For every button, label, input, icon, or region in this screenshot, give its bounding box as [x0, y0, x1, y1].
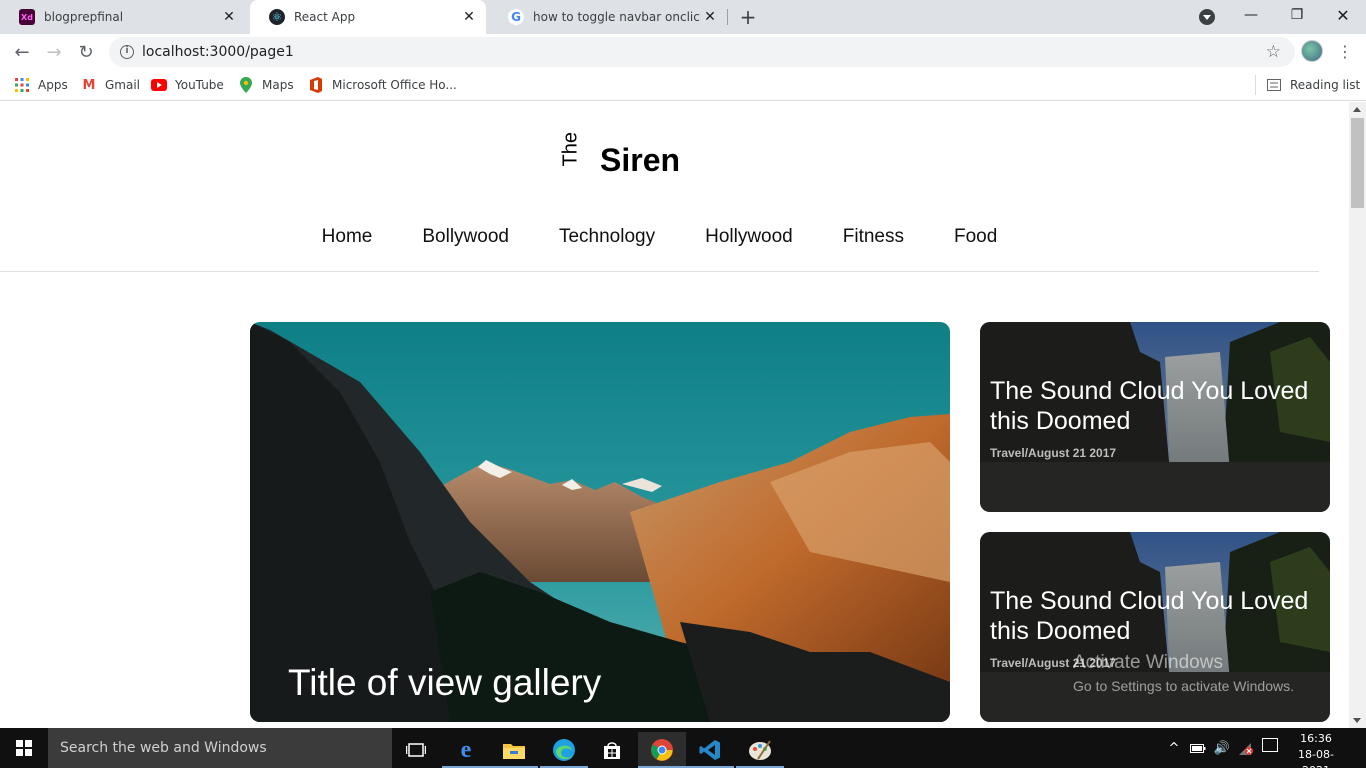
youtube-icon [151, 77, 167, 93]
logo-siren: Siren [600, 142, 681, 178]
apps-grid-icon [14, 77, 30, 93]
bookmark-maps[interactable]: Maps [238, 76, 294, 94]
windows-logo-icon [16, 740, 32, 756]
tab-blogprepfinal[interactable]: Xd blogprepfinal ✕ [0, 0, 246, 34]
browser-tabstrip: Xd blogprepfinal ✕ ⚛ React App ✕ G how t… [0, 0, 1366, 34]
clock-date: 18-08-2021 [1298, 748, 1334, 768]
react-icon: ⚛ [269, 9, 285, 25]
bookmarks-bar: Apps M Gmail YouTube Maps Microsoft Offi… [0, 70, 1366, 101]
taskbar-search-placeholder: Search the web and Windows [60, 740, 267, 756]
bookmark-youtube[interactable]: YouTube [151, 76, 224, 94]
browser-toolbar: ← → ↻ i localhost:3000/page1 ☆ ⋮ [0, 34, 1366, 70]
tab-title: how to toggle navbar onclick in r [533, 10, 701, 24]
hero-title[interactable]: Title of view gallery [288, 662, 601, 704]
tab-google-search[interactable]: G how to toggle navbar onclick in r ✕ [489, 0, 727, 34]
edge-legacy-icon[interactable]: e [442, 732, 490, 768]
card-meta: Travel/August 21 2017 [990, 446, 1117, 460]
google-icon: G [508, 9, 524, 25]
chrome-menu-icon[interactable]: ⋮ [1337, 42, 1353, 62]
nav-home[interactable]: Home [322, 226, 373, 271]
address-bar[interactable]: i localhost:3000/page1 ☆ [109, 37, 1295, 67]
vscode-icon[interactable] [686, 732, 734, 768]
site-logo[interactable]: The Siren [556, 122, 696, 178]
bookmark-office[interactable]: Microsoft Office Ho... [308, 76, 457, 94]
gmail-icon: M [82, 77, 96, 93]
new-tab-button[interactable]: + [738, 7, 758, 27]
reload-button[interactable]: ↻ [74, 40, 98, 64]
side-post-card[interactable]: The Sound Cloud You Loved this Doomed Tr… [980, 532, 1330, 722]
side-post-card[interactable]: The Sound Cloud You Loved this Doomed Tr… [980, 322, 1330, 512]
site-info-icon[interactable]: i [120, 45, 134, 59]
hero-gallery-card[interactable]: Title of view gallery [250, 322, 950, 722]
nav-bollywood[interactable]: Bollywood [422, 226, 509, 271]
forward-button[interactable]: → [42, 40, 66, 64]
tab-title: React App [294, 10, 356, 24]
profile-avatar[interactable] [1301, 40, 1323, 62]
nav-fitness[interactable]: Fitness [843, 226, 904, 271]
network-icon[interactable] [1235, 728, 1255, 768]
reading-list-icon [1266, 77, 1282, 93]
page-scrollbar[interactable] [1349, 102, 1366, 728]
page-viewport: The Siren Home Bollywood Technology Holl… [0, 102, 1366, 728]
card-title[interactable]: The Sound Cloud You Loved this Doomed [990, 586, 1320, 646]
logo-the: The [559, 132, 582, 167]
close-tab-icon[interactable]: ✕ [460, 8, 478, 26]
paint-icon[interactable] [736, 732, 784, 768]
bookmark-label: Maps [262, 78, 294, 92]
file-explorer-icon[interactable] [490, 732, 538, 768]
battery-icon[interactable] [1188, 728, 1208, 768]
taskbar-search[interactable]: Search the web and Windows [48, 728, 392, 768]
system-clock[interactable]: 16:36 18-08-2021 [1290, 731, 1342, 768]
windows-taskbar: Search the web and Windows e ^ 🔊 16:36 1… [0, 728, 1366, 768]
tab-title: blogprepfinal [44, 10, 124, 24]
chrome-icon[interactable] [638, 732, 686, 768]
tab-search-button[interactable] [1199, 9, 1215, 25]
start-button[interactable] [0, 728, 48, 768]
tab-react-app[interactable]: ⚛ React App ✕ [250, 0, 486, 34]
url-text[interactable]: localhost:3000/page1 [142, 44, 294, 60]
bookmark-gmail[interactable]: M Gmail [81, 76, 140, 94]
bookmark-label: YouTube [175, 78, 224, 92]
close-window-button[interactable]: ✕ [1320, 0, 1366, 30]
card-title[interactable]: The Sound Cloud You Loved this Doomed [990, 376, 1320, 436]
clock-time: 16:36 [1300, 732, 1332, 745]
bookmark-apps[interactable]: Apps [14, 76, 68, 94]
tab-separator [727, 9, 728, 25]
main-navigation: Home Bollywood Technology Hollywood Fitn… [0, 214, 1319, 272]
bookmark-label: Gmail [105, 78, 141, 92]
scroll-down-icon[interactable] [1353, 718, 1361, 723]
volume-icon[interactable]: 🔊 [1211, 728, 1233, 768]
bookmark-label: Microsoft Office Ho... [332, 78, 457, 92]
nav-technology[interactable]: Technology [559, 226, 655, 271]
bookmark-star-icon[interactable]: ☆ [1266, 42, 1281, 62]
back-button[interactable]: ← [10, 40, 34, 64]
reading-list-button[interactable]: Reading list [1266, 76, 1360, 94]
scroll-thumb[interactable] [1351, 118, 1364, 208]
task-view-icon[interactable] [392, 732, 440, 768]
bookmark-label: Apps [38, 78, 68, 92]
store-icon[interactable] [588, 732, 636, 768]
adobe-xd-icon: Xd [19, 9, 35, 25]
scroll-up-icon[interactable] [1353, 107, 1361, 112]
nav-food[interactable]: Food [954, 226, 997, 271]
action-center-icon[interactable] [1262, 738, 1278, 752]
nav-hollywood[interactable]: Hollywood [705, 226, 793, 271]
edge-icon[interactable] [540, 732, 588, 768]
minimize-button[interactable]: — [1228, 0, 1274, 30]
close-tab-icon[interactable]: ✕ [701, 8, 719, 26]
reading-list-label: Reading list [1290, 78, 1361, 92]
show-hidden-icons-icon[interactable]: ^ [1164, 728, 1184, 768]
bookmarks-separator [1255, 75, 1256, 95]
office-icon [308, 77, 324, 93]
card-meta: Travel/August 21 2017 [990, 656, 1117, 670]
maps-icon [238, 77, 254, 93]
close-tab-icon[interactable]: ✕ [220, 8, 238, 26]
restore-button[interactable]: ❐ [1274, 0, 1320, 30]
